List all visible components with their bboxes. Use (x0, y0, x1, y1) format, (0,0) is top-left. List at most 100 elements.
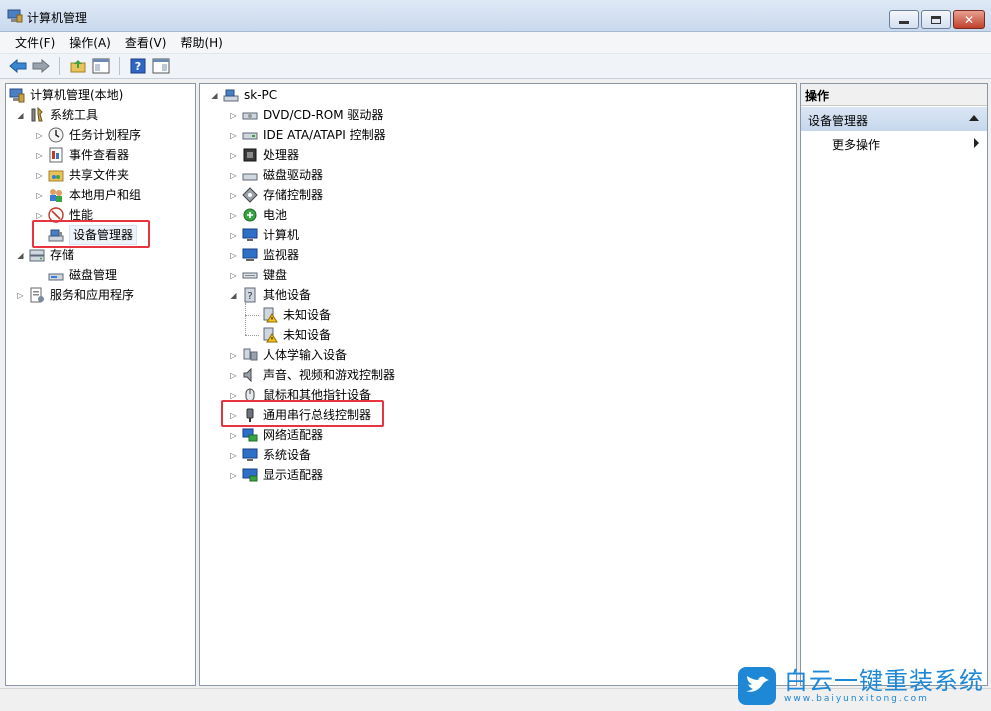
tree-item-services-applications[interactable]: ▷ 服务和应用程序 (16, 285, 134, 305)
expand-triangle-icon[interactable]: ▷ (229, 471, 238, 480)
expand-triangle-icon[interactable]: ▷ (35, 151, 44, 160)
tree-item-label: 计算机管理(本地) (30, 88, 124, 102)
display-adapter-icon (242, 468, 258, 482)
expand-triangle-icon[interactable]: ▷ (16, 291, 25, 300)
expand-triangle-icon[interactable]: ▷ (229, 211, 238, 220)
expand-triangle-icon[interactable]: ▷ (35, 131, 44, 140)
tree-item-shared-folders[interactable]: ▷ 共享文件夹 (35, 165, 129, 185)
device-root-label: sk-PC (244, 88, 278, 102)
expand-triangle-icon[interactable]: ▷ (229, 391, 238, 400)
help-button[interactable]: ? (128, 56, 148, 76)
computer-icon (242, 228, 258, 241)
title-bar: 计算机管理 ✕ (0, 0, 991, 32)
action-pane-icon (152, 58, 170, 74)
keyboard-icon (242, 272, 258, 279)
expand-triangle-icon[interactable]: ▷ (35, 211, 44, 220)
maximize-button[interactable] (921, 10, 951, 29)
close-button[interactable]: ✕ (953, 10, 985, 29)
device-root-sk-pc[interactable]: ◢ sk-PC (210, 85, 277, 105)
expand-triangle-icon[interactable]: ▷ (229, 451, 238, 460)
more-actions-item[interactable]: 更多操作 (832, 136, 880, 153)
device-category-keyboard[interactable]: ▷ 键盘 (229, 265, 287, 285)
tools-icon (31, 107, 43, 122)
tree-item-local-users-groups[interactable]: ▷ 本地用户和组 (35, 185, 141, 205)
menu-help[interactable]: 帮助(H) (173, 34, 229, 51)
expand-triangle-icon[interactable]: ▷ (229, 151, 238, 160)
device-category-label: IDE ATA/ATAPI 控制器 (263, 128, 386, 142)
device-category-system-devices[interactable]: ▷ 系统设备 (229, 445, 311, 465)
actions-section-device-manager[interactable]: 设备管理器 (801, 107, 987, 131)
collapse-triangle-icon[interactable]: ◢ (229, 291, 238, 300)
collapse-triangle-icon[interactable]: ◢ (210, 91, 219, 100)
computer-management-icon (7, 9, 23, 23)
device-category-network-adapters[interactable]: ▷ 网络适配器 (229, 425, 323, 445)
device-label: 未知设备 (283, 328, 332, 342)
device-category-battery[interactable]: ▷ 电池 (229, 205, 287, 225)
expand-triangle-icon[interactable]: ▷ (229, 171, 238, 180)
device-category-computer[interactable]: ▷ 计算机 (229, 225, 299, 245)
bird-logo-icon (738, 667, 776, 705)
actions-header: 操作 (801, 84, 987, 106)
collapse-triangle-icon[interactable]: ◢ (16, 251, 25, 260)
expand-triangle-icon[interactable]: ▷ (229, 251, 238, 260)
tree-item-label: 本地用户和组 (69, 188, 142, 202)
expand-triangle-icon[interactable]: ▷ (229, 431, 238, 440)
menu-view[interactable]: 查看(V) (118, 34, 174, 51)
tree-item-task-scheduler[interactable]: ▷ 任务计划程序 (35, 125, 141, 145)
expand-triangle-icon[interactable]: ▷ (229, 111, 238, 120)
console-tree-icon (92, 58, 110, 74)
device-category-label: 声音、视频和游戏控制器 (263, 368, 396, 382)
expand-triangle-icon[interactable]: ▷ (229, 191, 238, 200)
collapse-up-icon[interactable] (969, 115, 979, 121)
menu-file[interactable]: 文件(F) (8, 34, 62, 51)
show-hide-tree-button[interactable] (91, 56, 111, 76)
minimize-button[interactable] (889, 10, 919, 29)
users-icon (50, 189, 62, 202)
device-tree-pane[interactable]: ◢ sk-PC ▷ DVD/CD-ROM 驱动器 ▷ IDE ATA/ATAPI… (199, 83, 797, 686)
services-icon (30, 287, 44, 303)
actions-section-label: 设备管理器 (808, 114, 869, 128)
expand-triangle-icon[interactable]: ▷ (229, 351, 238, 360)
device-category-disk-drives[interactable]: ▷ 磁盘驱动器 (229, 165, 323, 185)
device-category-other-devices[interactable]: ◢ ? 其他设备 (229, 285, 311, 305)
device-category-ide[interactable]: ▷ IDE ATA/ATAPI 控制器 (229, 125, 386, 145)
menu-action[interactable]: 操作(A) (62, 34, 118, 51)
device-category-storage-controllers[interactable]: ▷ 存储控制器 (229, 185, 323, 205)
tree-item-label: 事件查看器 (69, 148, 130, 162)
expand-triangle-icon[interactable]: ▷ (229, 371, 238, 380)
window-title: 计算机管理 (27, 11, 88, 25)
tree-item-computer-management[interactable]: 计算机管理(本地) (9, 85, 123, 105)
device-category-display-adapters[interactable]: ▷ 显示适配器 (229, 465, 323, 485)
unknown-device-warning-icon (263, 307, 278, 323)
expand-triangle-icon[interactable]: ▷ (229, 231, 238, 240)
system-devices-icon (242, 448, 258, 461)
console-tree-pane[interactable]: 计算机管理(本地) ◢ 系统工具 ▷ 任务计划程序 ▷ 事件查看器 ▷ 共享文件… (5, 83, 196, 686)
forward-arrow-icon (32, 59, 50, 73)
up-level-button[interactable] (68, 56, 88, 76)
collapse-triangle-icon[interactable]: ◢ (16, 111, 25, 120)
device-category-hid[interactable]: ▷ 人体学输入设备 (229, 345, 347, 365)
forward-button[interactable] (31, 56, 51, 76)
expand-triangle-icon[interactable]: ▷ (229, 271, 238, 280)
menu-bar: 文件(F) 操作(A) 查看(V) 帮助(H) (0, 32, 991, 53)
tree-item-disk-management[interactable]: 磁盘管理 (48, 265, 117, 285)
device-category-processor[interactable]: ▷ 处理器 (229, 145, 299, 165)
watermark-url: www.baiyunxitong.com (784, 694, 929, 704)
device-category-dvd[interactable]: ▷ DVD/CD-ROM 驱动器 (229, 105, 383, 125)
back-button[interactable] (8, 56, 28, 76)
device-unknown-1[interactable]: 未知设备 (262, 305, 331, 325)
tree-item-event-viewer[interactable]: ▷ 事件查看器 (35, 145, 129, 165)
expand-triangle-icon[interactable]: ▷ (35, 171, 44, 180)
tree-item-storage[interactable]: ◢ 存储 (16, 245, 74, 265)
expand-triangle-icon[interactable]: ▷ (229, 131, 238, 140)
expand-triangle-icon[interactable]: ▷ (35, 191, 44, 200)
tree-item-label: 系统工具 (50, 108, 99, 122)
device-unknown-2[interactable]: 未知设备 (262, 325, 331, 345)
tree-item-system-tools[interactable]: ◢ 系统工具 (16, 105, 98, 125)
shared-folder-icon (48, 170, 64, 182)
device-category-monitors[interactable]: ▷ 监视器 (229, 245, 299, 265)
device-category-sound[interactable]: ▷ 声音、视频和游戏控制器 (229, 365, 395, 385)
show-hide-action-pane-button[interactable] (151, 56, 171, 76)
watermark: 白云一键重装系统 www.baiyunxitong.com (738, 663, 988, 709)
tree-item-label: 存储 (50, 248, 75, 262)
